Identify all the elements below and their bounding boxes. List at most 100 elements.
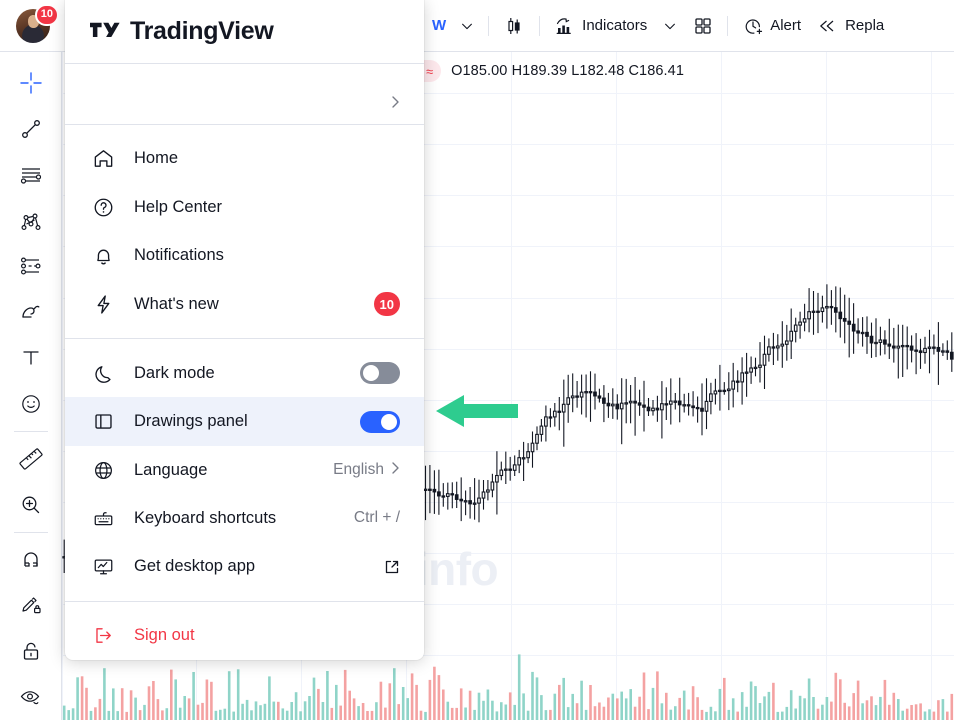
ruler-icon <box>18 448 43 470</box>
annotation-arrow <box>436 395 518 427</box>
account-avatar-button[interactable]: 10 <box>0 0 66 52</box>
emoji-tool[interactable] <box>8 381 54 427</box>
magnet-tool[interactable] <box>8 537 54 583</box>
chart-type-button[interactable] <box>495 9 533 43</box>
menu-item-label: Sign out <box>134 626 195 645</box>
measure-ruler-tool[interactable] <box>8 436 54 482</box>
crosshair-icon <box>19 72 42 94</box>
menu-item-label: Home <box>134 149 179 168</box>
menu-item-get-desktop-app[interactable]: Get desktop app <box>65 543 424 591</box>
menu-item-help-center[interactable]: Help Center <box>65 183 424 231</box>
bell-icon <box>91 244 115 268</box>
menu-item-keyboard-shortcuts[interactable]: Keyboard shortcuts Ctrl + / <box>65 494 424 542</box>
menu-user-row[interactable] <box>65 64 424 124</box>
whats-new-badge: 10 <box>373 292 400 317</box>
menu-item-notifications[interactable]: Notifications <box>65 232 424 280</box>
panel-left-icon <box>91 410 115 434</box>
keyboard-shortcut-hint: Ctrl + / <box>353 509 400 527</box>
language-value-group: English <box>333 461 400 480</box>
brand-name: TradingView <box>130 17 274 45</box>
toolbar-divider-2 <box>13 531 48 533</box>
trend-line-icon <box>21 119 40 138</box>
globe-icon <box>91 458 115 482</box>
trend-line-tool[interactable] <box>8 106 54 152</box>
menu-item-label: Drawings panel <box>134 412 248 431</box>
chevron-down-icon <box>665 23 676 29</box>
drawings-panel-toggle[interactable] <box>360 410 400 433</box>
avatar-notification-badge: 10 <box>34 3 59 26</box>
alert-label: Alert <box>770 17 802 34</box>
menu-item-sign-out[interactable]: Sign out <box>65 612 424 660</box>
horizontal-lines-icon <box>20 168 41 184</box>
magnet-icon <box>23 551 38 567</box>
brush-icon <box>21 306 39 318</box>
home-icon <box>91 147 115 171</box>
indicators-icon <box>556 17 571 34</box>
account-dropdown-menu: TradingView Home Help Center Notificatio… <box>65 0 424 660</box>
zoom-in-tool[interactable] <box>8 482 54 528</box>
indicators-button[interactable]: Indicators <box>546 9 655 43</box>
tradingview-logo[interactable]: TradingView <box>90 17 274 46</box>
moon-icon <box>91 361 115 385</box>
menu-item-drawings-panel[interactable]: Drawings panel <box>65 397 424 446</box>
hide-drawings-tool[interactable] <box>8 674 54 720</box>
ohlc-values: O185.00 H189.39 L182.48 C186.41 <box>451 63 685 79</box>
menu-item-whats-new[interactable]: What's new 10 <box>65 280 424 328</box>
toolbar-divider-2 <box>539 15 541 36</box>
menu-item-label: Language <box>134 460 208 479</box>
menu-item-dark-mode[interactable]: Dark mode <box>65 349 424 397</box>
dark-mode-toggle[interactable] <box>360 362 400 385</box>
pitchfork-tool[interactable] <box>8 198 54 244</box>
toolbar-divider <box>488 15 490 36</box>
menu-header: TradingView <box>65 0 424 64</box>
pencil-lock-icon <box>21 597 41 614</box>
chevron-down-icon <box>462 23 473 29</box>
lock-drawings-tool[interactable] <box>8 628 54 674</box>
lightning-bolt-icon <box>91 292 115 316</box>
eye-icon <box>20 691 39 705</box>
text-tool[interactable] <box>8 335 54 381</box>
sign-out-icon <box>91 624 115 648</box>
alarm-clock-plus-icon <box>745 18 763 34</box>
fib-projection-tool[interactable] <box>8 244 54 290</box>
menu-item-label: Get desktop app <box>134 557 256 576</box>
menu-item-label: Notifications <box>134 246 224 265</box>
menu-item-label: Dark mode <box>134 363 215 382</box>
rewind-icon <box>820 20 834 31</box>
toolbar-divider-3 <box>727 15 729 36</box>
pitchfork-icon <box>20 213 41 230</box>
indicators-label: Indicators <box>582 17 648 34</box>
text-icon <box>22 351 39 365</box>
language-value: English <box>333 461 384 479</box>
fib-projection-icon <box>20 257 41 275</box>
menu-item-home[interactable]: Home <box>65 135 424 183</box>
stay-in-drawing-mode-tool[interactable] <box>8 582 54 628</box>
grid-layout-icon <box>695 17 711 34</box>
emoji-icon <box>21 395 40 413</box>
menu-item-label: What's new <box>134 294 219 313</box>
candlestick-icon <box>508 17 520 34</box>
zoom-in-icon <box>22 496 39 513</box>
menu-item-label: Help Center <box>134 197 223 216</box>
cursor-crosshair-tool[interactable] <box>8 60 54 106</box>
tradingview-chart-page: 10 W Indicators Alert Repla ≈ O185.00 H1… <box>0 0 954 720</box>
brush-tool[interactable] <box>8 289 54 335</box>
toolbar-divider <box>13 431 48 432</box>
help-circle-icon <box>91 195 115 219</box>
left-drawing-toolbar <box>0 52 62 720</box>
alert-button[interactable]: Alert <box>734 9 809 43</box>
timeframe-dropdown-button[interactable] <box>452 9 482 43</box>
horizontal-lines-tool[interactable] <box>8 152 54 198</box>
indicators-dropdown-button[interactable] <box>655 9 685 43</box>
lock-icon <box>23 643 38 660</box>
timeframe-button[interactable]: W <box>426 9 452 43</box>
chevron-right-icon <box>390 461 400 480</box>
replay-label: Repla <box>845 17 885 34</box>
tradingview-logo-icon <box>90 22 120 37</box>
chevron-right-icon <box>390 95 400 114</box>
keyboard-icon <box>91 506 115 530</box>
replay-button[interactable]: Repla <box>809 9 892 43</box>
menu-item-language[interactable]: Language English <box>65 446 424 494</box>
layout-grid-button[interactable] <box>685 9 721 43</box>
desktop-chart-icon <box>91 555 115 579</box>
